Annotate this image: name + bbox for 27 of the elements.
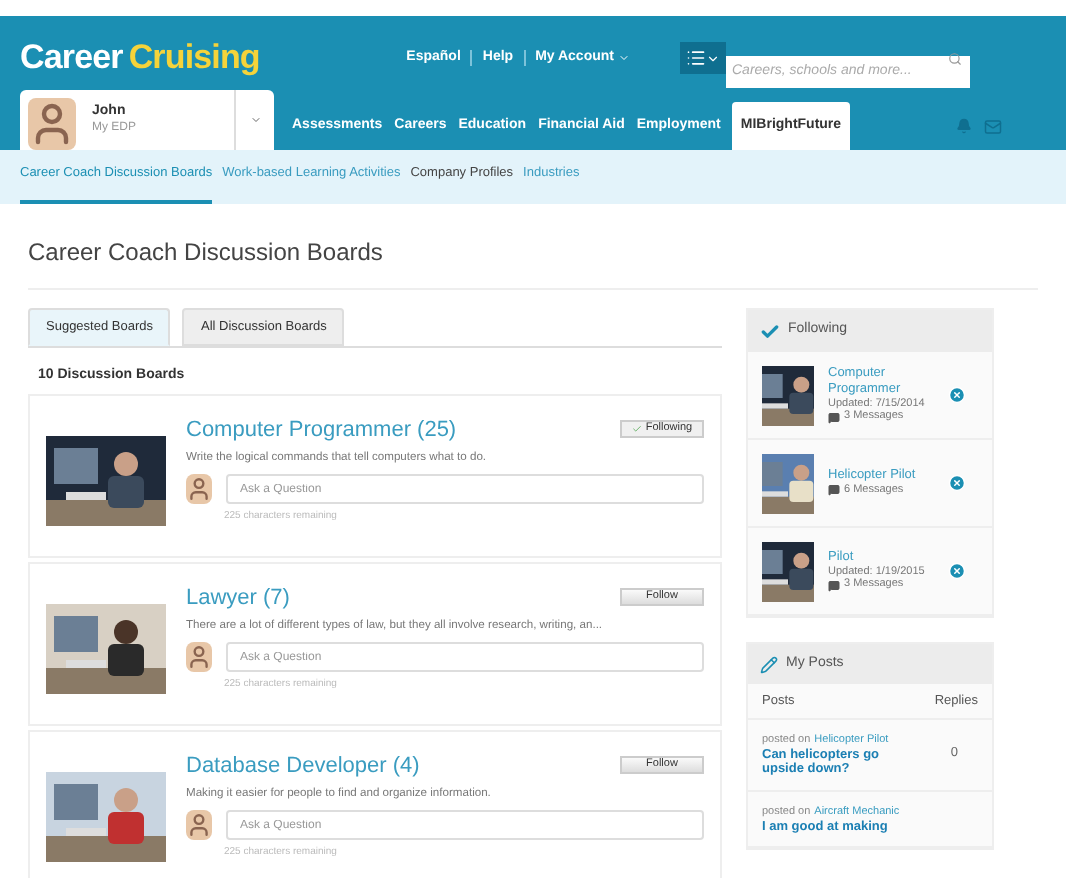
bell-icon: [956, 118, 972, 134]
menu-icon: [686, 48, 706, 68]
board-title[interactable]: Lawyer (7): [186, 587, 290, 609]
check-icon: [631, 423, 642, 433]
search-icon: [948, 51, 962, 65]
mail-icon: [984, 117, 1002, 135]
avatar-icon: [186, 474, 212, 505]
messages-icon: [828, 484, 840, 497]
avatar-icon: [186, 642, 212, 673]
avatar-icon: [28, 98, 76, 150]
check-icon: [760, 321, 780, 341]
remove-icon[interactable]: [948, 474, 966, 492]
remove-icon[interactable]: [948, 386, 966, 404]
dropdown-icon: [249, 114, 261, 126]
messages-icon: [828, 411, 840, 424]
caret-icon: [618, 52, 630, 64]
remove-icon[interactable]: [948, 562, 966, 580]
pencil-icon: [760, 655, 778, 673]
chevron-icon: [706, 51, 720, 65]
board-title[interactable]: Computer Programmer (25): [186, 419, 457, 441]
logo-text[interactable]: Career: [20, 32, 123, 84]
avatar-icon: [186, 810, 212, 841]
menu-button[interactable]: [680, 42, 726, 74]
board-title[interactable]: Database Developer (4): [186, 755, 420, 777]
messages-icon: [828, 579, 840, 592]
logo-text[interactable]: Cruising: [128, 32, 260, 84]
page-title: Career Coach Discussion Boards: [28, 234, 1038, 290]
